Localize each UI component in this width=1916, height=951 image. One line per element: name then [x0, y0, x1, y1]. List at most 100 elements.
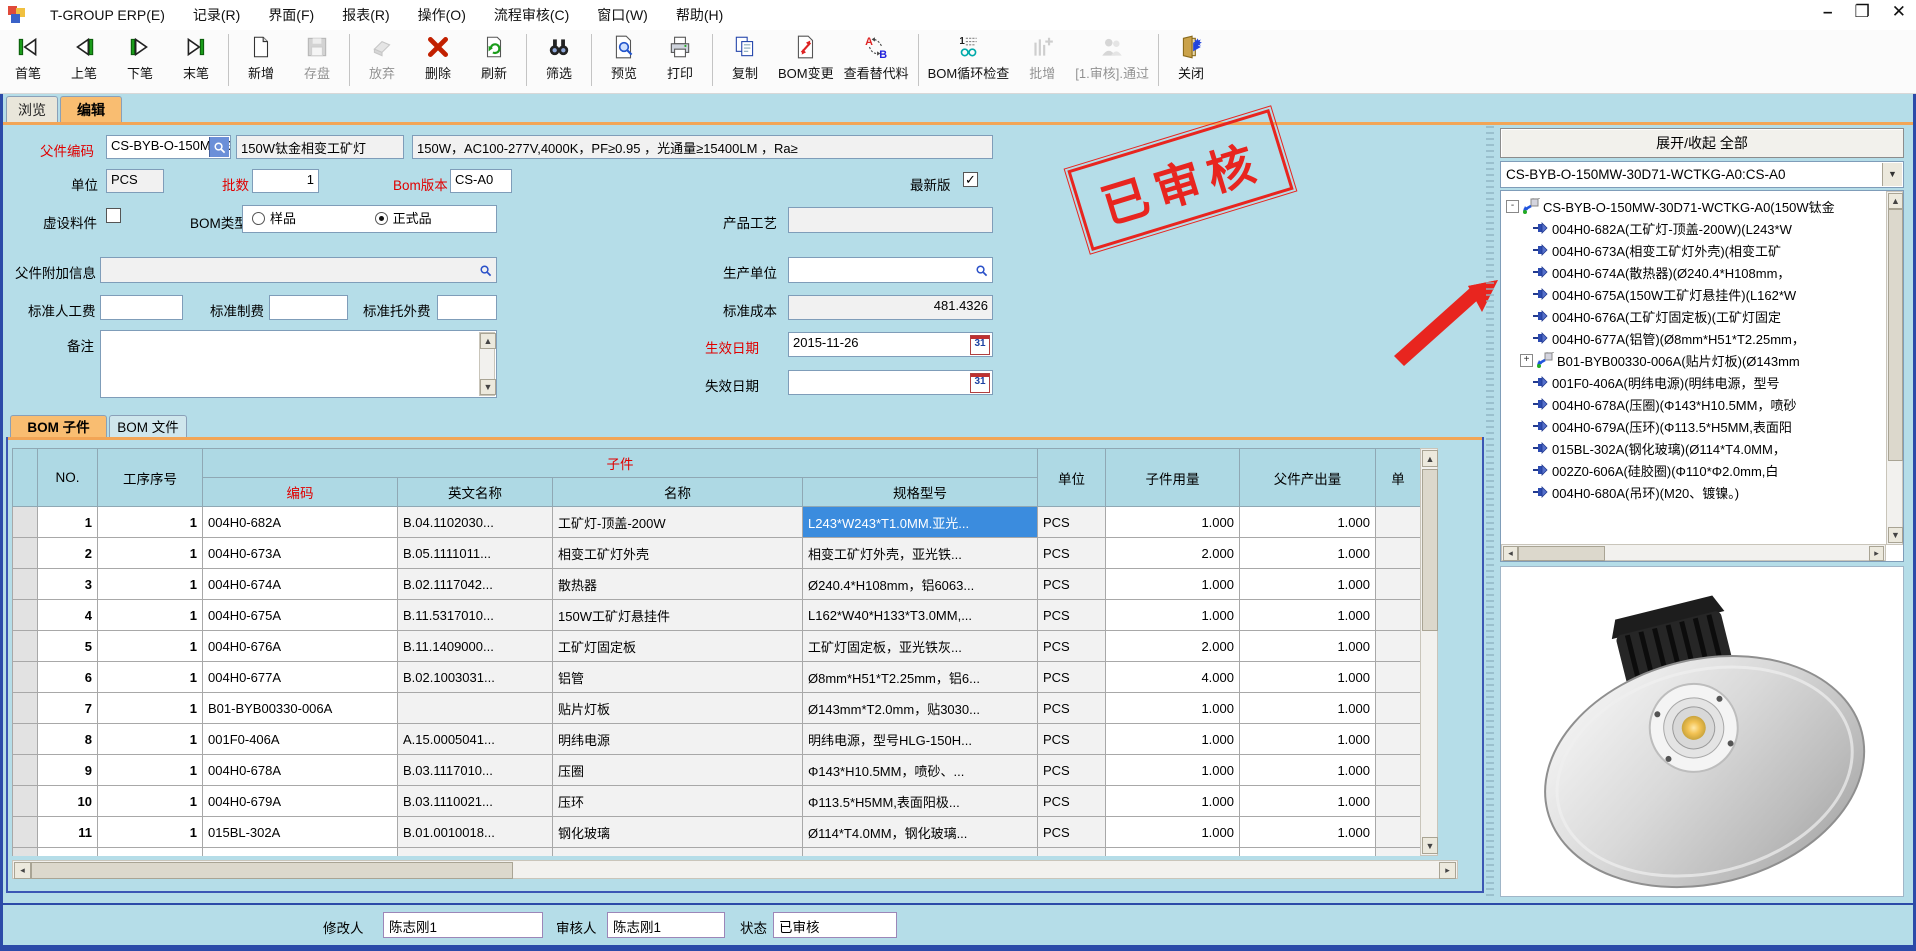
cell-code[interactable]: 004H0-677A	[203, 662, 398, 693]
cell-no[interactable]: 2	[38, 538, 98, 569]
cell-name[interactable]: 明纬电源	[553, 724, 803, 755]
cell-unit[interactable]: PCS	[1038, 693, 1106, 724]
tree-item[interactable]: 001F0-406A(明纬电源)(明纬电源，型号	[1503, 371, 1885, 393]
cell-extra[interactable]	[1376, 693, 1421, 724]
row-selector[interactable]	[13, 755, 38, 786]
cell-name[interactable]: 散热器	[553, 569, 803, 600]
cell-unit[interactable]: PCS	[1038, 755, 1106, 786]
cell-seq[interactable]: 1	[98, 786, 203, 817]
cell-spec[interactable]: Φ113.5*H5MM,表面阳极...	[803, 786, 1038, 817]
close-form-button[interactable]: 关闭	[1163, 32, 1219, 84]
menu-interface[interactable]: 界面(F)	[254, 5, 328, 25]
table-row[interactable]: 91004H0-678AB.03.1117010...压圈Φ143*H10.5M…	[13, 755, 1421, 786]
cell-en-name[interactable]: B.11.1409000...	[398, 631, 553, 662]
row-selector[interactable]	[13, 600, 38, 631]
cell-no[interactable]: 1	[38, 507, 98, 538]
cell-qty[interactable]: 1.000	[1106, 507, 1240, 538]
cell-qty[interactable]: 1.000	[1106, 817, 1240, 848]
new-button[interactable]: 新增	[233, 32, 289, 84]
tree-item[interactable]: 004H0-678A(压圈)(Φ143*H10.5MM，喷砂	[1503, 393, 1885, 415]
tab-bom-children[interactable]: BOM 子件	[10, 415, 107, 438]
cell-no[interactable]: 3	[38, 569, 98, 600]
cell-seq[interactable]: 1	[98, 662, 203, 693]
cell-no[interactable]: 9	[38, 755, 98, 786]
col-header-spec[interactable]: 规格型号	[803, 478, 1038, 507]
menu-flow-audit[interactable]: 流程审核(C)	[480, 5, 583, 25]
virtual-part-checkbox[interactable]	[106, 208, 121, 223]
next-record-button[interactable]: 下笔	[112, 32, 168, 84]
cell-qty[interactable]: 1.000	[1106, 600, 1240, 631]
tree-item[interactable]: 004H0-677A(铝管)(Ø8mm*H51*T2.25mm，	[1503, 327, 1885, 349]
row-selector[interactable]	[13, 569, 38, 600]
table-row[interactable]: 51004H0-676AB.11.1409000...工矿灯固定板工矿灯固定板，…	[13, 631, 1421, 662]
panel-splitter[interactable]	[1486, 126, 1494, 896]
print-button[interactable]: 打印	[652, 32, 708, 84]
cell-spec[interactable]: Φ143*H10.5MM，喷砂、...	[803, 755, 1038, 786]
batch-add-button[interactable]: 批增	[1014, 32, 1070, 84]
cell-extra[interactable]	[1376, 662, 1421, 693]
cell-seq[interactable]: 1	[98, 538, 203, 569]
cell-seq[interactable]: 1	[98, 507, 203, 538]
cell-qty[interactable]: 1.000	[1106, 693, 1240, 724]
tree-item[interactable]: 004H0-682A(工矿灯-顶盖-200W)(L243*W	[1503, 217, 1885, 239]
cell-code[interactable]: 004H0-678A	[203, 755, 398, 786]
chevron-down-icon[interactable]: ▼	[1882, 163, 1902, 186]
tree-vertical-scrollbar[interactable]: ▲ ▼	[1886, 191, 1903, 545]
cell-name[interactable]: 相变工矿灯外壳	[553, 538, 803, 569]
cell-extra[interactable]	[1376, 538, 1421, 569]
menu-window[interactable]: 窗口(W)	[583, 5, 662, 25]
table-row[interactable]: 81001F0-406AA.15.0005041...明纬电源明纬电源，型号HL…	[13, 724, 1421, 755]
cell-qty[interactable]: 2.000	[1106, 631, 1240, 662]
col-header-truncated[interactable]: 单	[1376, 449, 1421, 507]
tree-item[interactable]: 015BL-302A(钢化玻璃)(Ø114*T4.0MM，	[1503, 437, 1885, 459]
cell-parent-qty[interactable]: 1.000	[1240, 848, 1376, 857]
cell-spec[interactable]: L162*W40*H133*T3.0MM,...	[803, 600, 1038, 631]
search-icon[interactable]	[476, 259, 495, 281]
tree-item[interactable]: 004H0-676A(工矿灯固定板)(工矿灯固定	[1503, 305, 1885, 327]
bom-version-field[interactable]: CS-A0	[450, 169, 512, 193]
col-header-code[interactable]: 编码	[203, 478, 398, 507]
delete-button[interactable]: 删除	[410, 32, 466, 84]
cell-code[interactable]: 004H0-674A	[203, 569, 398, 600]
table-vertical-scrollbar[interactable]: ▲ ▼	[1420, 448, 1438, 856]
cell-unit[interactable]: PCS	[1038, 631, 1106, 662]
cell-en-name[interactable]: B.01.0010018...	[398, 817, 553, 848]
cell-no[interactable]: 12	[38, 848, 98, 857]
cell-qty[interactable]: 1.000	[1106, 786, 1240, 817]
table-row[interactable]: 41004H0-675AB.11.5317010...150W工矿灯悬挂件L16…	[13, 600, 1421, 631]
tree-item[interactable]: 004H0-674A(散热器)(Ø240.4*H108mm，	[1503, 261, 1885, 283]
parent-code-field[interactable]: CS-BYB-O-150MW-3	[106, 135, 231, 159]
tree-horizontal-scrollbar[interactable]: ◂ ▸	[1501, 544, 1886, 561]
calendar-icon[interactable]: 31	[970, 335, 990, 355]
cell-qty[interactable]: 2.000	[1106, 848, 1240, 857]
table-row[interactable]: 121002Z0-606AB.12.0540000...硅胶圈Φ110*Φ2.0…	[13, 848, 1421, 857]
cell-unit[interactable]: PCS	[1038, 817, 1106, 848]
cell-en-name[interactable]: B.02.1117042...	[398, 569, 553, 600]
cell-qty[interactable]: 1.000	[1106, 569, 1240, 600]
cell-spec[interactable]: 相变工矿灯外壳，亚光铁...	[803, 538, 1038, 569]
bom-change-button[interactable]: BOM变更	[773, 32, 839, 84]
cell-parent-qty[interactable]: 1.000	[1240, 600, 1376, 631]
bom-loop-check-button[interactable]: 1 BOM循环检查	[923, 32, 1015, 84]
cell-unit[interactable]: PCS	[1038, 786, 1106, 817]
cell-en-name[interactable]: B.02.1003031...	[398, 662, 553, 693]
col-header-unit[interactable]: 单位	[1038, 449, 1106, 507]
cell-qty[interactable]: 2.000	[1106, 538, 1240, 569]
cell-spec[interactable]: Ø114*T4.0MM，钢化玻璃...	[803, 817, 1038, 848]
cell-parent-qty[interactable]: 1.000	[1240, 569, 1376, 600]
save-button[interactable]: 存盘	[289, 32, 345, 84]
cell-unit[interactable]: PCS	[1038, 507, 1106, 538]
menu-record[interactable]: 记录(R)	[179, 5, 254, 25]
latest-version-checkbox[interactable]: ✓	[963, 172, 978, 187]
close-button[interactable]: ✕	[1892, 2, 1906, 22]
table-horizontal-scrollbar[interactable]: ◂ ▸	[12, 860, 1458, 879]
row-selector[interactable]	[13, 631, 38, 662]
cell-parent-qty[interactable]: 1.000	[1240, 786, 1376, 817]
audit-pass-button[interactable]: [1.审核].通过	[1070, 32, 1154, 84]
cell-code[interactable]: 004H0-676A	[203, 631, 398, 662]
cell-unit[interactable]: PCS	[1038, 538, 1106, 569]
cell-parent-qty[interactable]: 1.000	[1240, 724, 1376, 755]
cell-no[interactable]: 5	[38, 631, 98, 662]
table-row[interactable]: 31004H0-674AB.02.1117042...散热器Ø240.4*H10…	[13, 569, 1421, 600]
cell-parent-qty[interactable]: 1.000	[1240, 631, 1376, 662]
